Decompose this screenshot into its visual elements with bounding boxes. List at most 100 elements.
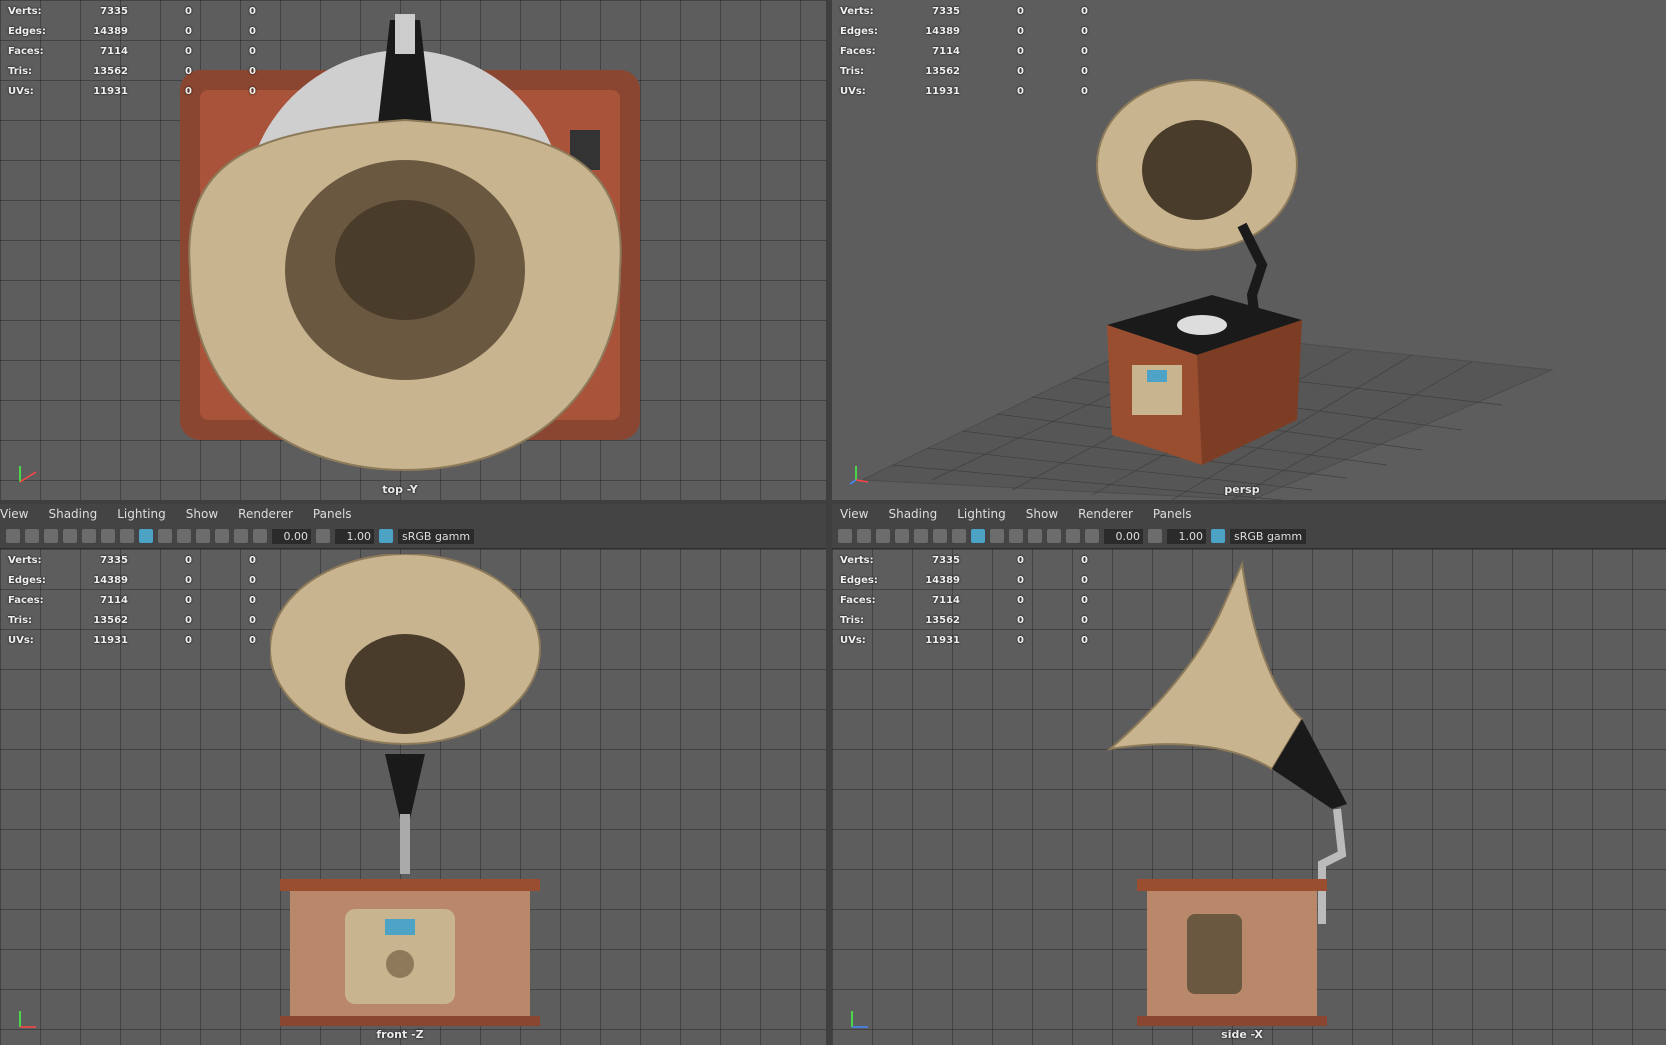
gamma-field[interactable]: 1.00 xyxy=(335,528,374,544)
exposure-icon[interactable] xyxy=(253,529,267,543)
hud-value: 7335 xyxy=(932,6,960,17)
menu-lighting[interactable]: Lighting xyxy=(957,507,1006,521)
color-space-select[interactable]: sRGB gamm xyxy=(398,528,475,544)
film-gate-icon[interactable] xyxy=(82,529,96,543)
camera-attributes-icon[interactable] xyxy=(25,529,39,543)
camera-icon[interactable] xyxy=(6,529,20,543)
hud-value: 0 xyxy=(1081,66,1088,77)
camera-icon[interactable] xyxy=(838,529,852,543)
smooth-shade-icon[interactable] xyxy=(971,529,985,543)
hud-label: Tris: xyxy=(840,66,865,77)
grid-toggle-icon[interactable] xyxy=(895,529,909,543)
smooth-shade-icon[interactable] xyxy=(139,529,153,543)
menu-view[interactable]: View xyxy=(0,507,28,521)
shadows-icon[interactable] xyxy=(196,529,210,543)
xray-icon[interactable] xyxy=(1066,529,1080,543)
isolate-icon[interactable] xyxy=(1047,529,1061,543)
menu-renderer[interactable]: Renderer xyxy=(238,507,293,521)
hud-value: 0 xyxy=(185,66,192,77)
color-management-icon[interactable] xyxy=(379,529,393,543)
side-panel-toolbar: 0.00 1.00 sRGB gamm xyxy=(832,524,1666,549)
lighting-icon[interactable] xyxy=(177,529,191,543)
hud-value: 13562 xyxy=(93,615,128,626)
wireframe-icon[interactable] xyxy=(120,529,134,543)
hud-value: 0 xyxy=(1081,86,1088,97)
hud-label: Faces: xyxy=(8,46,44,57)
hud-value: 0 xyxy=(249,635,256,646)
film-gate-icon[interactable] xyxy=(914,529,928,543)
menu-shading[interactable]: Shading xyxy=(888,507,937,521)
hud-label: Edges: xyxy=(8,26,46,37)
axis-gizmo-icon xyxy=(849,466,869,485)
poly-count-hud: Verts: 7335 0 0 Edges: 14389 0 0 Faces: 7114 0 0 … xyxy=(840,551,1088,651)
viewport-top[interactable]: Verts: 7335 0 0 Edges: 14389 0 0 Faces: 7114 0 0 … xyxy=(0,0,826,500)
hud-value: 0 xyxy=(1017,595,1024,606)
bookmark-icon[interactable] xyxy=(44,529,58,543)
menu-show[interactable]: Show xyxy=(1026,507,1058,521)
hud-value: 0 xyxy=(185,46,192,57)
resolution-gate-icon[interactable] xyxy=(933,529,947,543)
isolate-icon[interactable] xyxy=(215,529,229,543)
hud-label: UVs: xyxy=(8,86,34,97)
menu-show[interactable]: Show xyxy=(186,507,218,521)
hud-value: 11931 xyxy=(925,635,960,646)
textured-icon[interactable] xyxy=(158,529,172,543)
exposure-field[interactable]: 0.00 xyxy=(272,528,311,544)
viewport-persp[interactable]: Verts: 7335 0 0 Edges: 14389 0 0 Faces: 7114 0 0 … xyxy=(832,0,1666,500)
exposure-icon[interactable] xyxy=(1085,529,1099,543)
hud-label: Faces: xyxy=(840,595,876,606)
gamma-icon[interactable] xyxy=(1148,529,1162,543)
bookmark-icon[interactable] xyxy=(876,529,890,543)
hud-label: UVs: xyxy=(840,86,866,97)
menu-renderer[interactable]: Renderer xyxy=(1078,507,1133,521)
hud-value: 0 xyxy=(1017,26,1024,37)
hud-value: 0 xyxy=(249,6,256,17)
camera-attributes-icon[interactable] xyxy=(857,529,871,543)
hud-value: 11931 xyxy=(93,86,128,97)
viewport-side[interactable]: Verts: 7335 0 0 Edges: 14389 0 0 Faces: 7114 0 0 … xyxy=(832,549,1666,1045)
hud-value: 14389 xyxy=(925,26,960,37)
gamma-field[interactable]: 1.00 xyxy=(1167,528,1206,544)
hud-label: Edges: xyxy=(8,575,46,586)
menu-view[interactable]: View xyxy=(840,507,868,521)
resolution-gate-icon[interactable] xyxy=(101,529,115,543)
hud-value: 0 xyxy=(249,575,256,586)
exposure-field[interactable]: 0.00 xyxy=(1104,528,1143,544)
camera-label: top -Y xyxy=(382,483,418,496)
hud-value: 14389 xyxy=(93,575,128,586)
menu-lighting[interactable]: Lighting xyxy=(117,507,166,521)
hud-value: 0 xyxy=(249,86,256,97)
hud-value: 0 xyxy=(1081,615,1088,626)
color-management-icon[interactable] xyxy=(1211,529,1225,543)
side-panel-menubar: View Shading Lighting Show Renderer Pane… xyxy=(832,504,1666,524)
hud-value: 0 xyxy=(1017,86,1024,97)
lighting-icon[interactable] xyxy=(1009,529,1023,543)
hud-value: 0 xyxy=(249,26,256,37)
menu-panels[interactable]: Panels xyxy=(313,507,352,521)
hud-value: 0 xyxy=(1081,635,1088,646)
hud-value: 13562 xyxy=(925,66,960,77)
color-space-select[interactable]: sRGB gamm xyxy=(1230,528,1307,544)
xray-icon[interactable] xyxy=(234,529,248,543)
hud-value: 0 xyxy=(185,555,192,566)
grid-toggle-icon[interactable] xyxy=(63,529,77,543)
shadows-icon[interactable] xyxy=(1028,529,1042,543)
menu-panels[interactable]: Panels xyxy=(1153,507,1192,521)
gamma-icon[interactable] xyxy=(316,529,330,543)
hud-label: Verts: xyxy=(840,555,874,566)
hud-label: UVs: xyxy=(840,635,866,646)
menu-shading[interactable]: Shading xyxy=(48,507,97,521)
hud-value: 13562 xyxy=(925,615,960,626)
poly-count-hud: Verts: 7335 0 0 Edges: 14389 0 0 Faces: 7114 0 0 … xyxy=(8,2,256,102)
hud-value: 14389 xyxy=(93,26,128,37)
textured-icon[interactable] xyxy=(990,529,1004,543)
viewport-front[interactable]: Verts: 7335 0 0 Edges: 14389 0 0 Faces: 7114 0 0 … xyxy=(0,549,826,1045)
hud-value: 0 xyxy=(1081,46,1088,57)
hud-label: Tris: xyxy=(8,66,33,77)
hud-label: Verts: xyxy=(8,6,42,17)
gramophone-side-view xyxy=(1106,560,1347,1026)
gramophone-front-view xyxy=(270,554,541,1026)
wireframe-icon[interactable] xyxy=(952,529,966,543)
gramophone-persp-view xyxy=(1096,79,1302,465)
hud-label: Tris: xyxy=(8,615,33,626)
